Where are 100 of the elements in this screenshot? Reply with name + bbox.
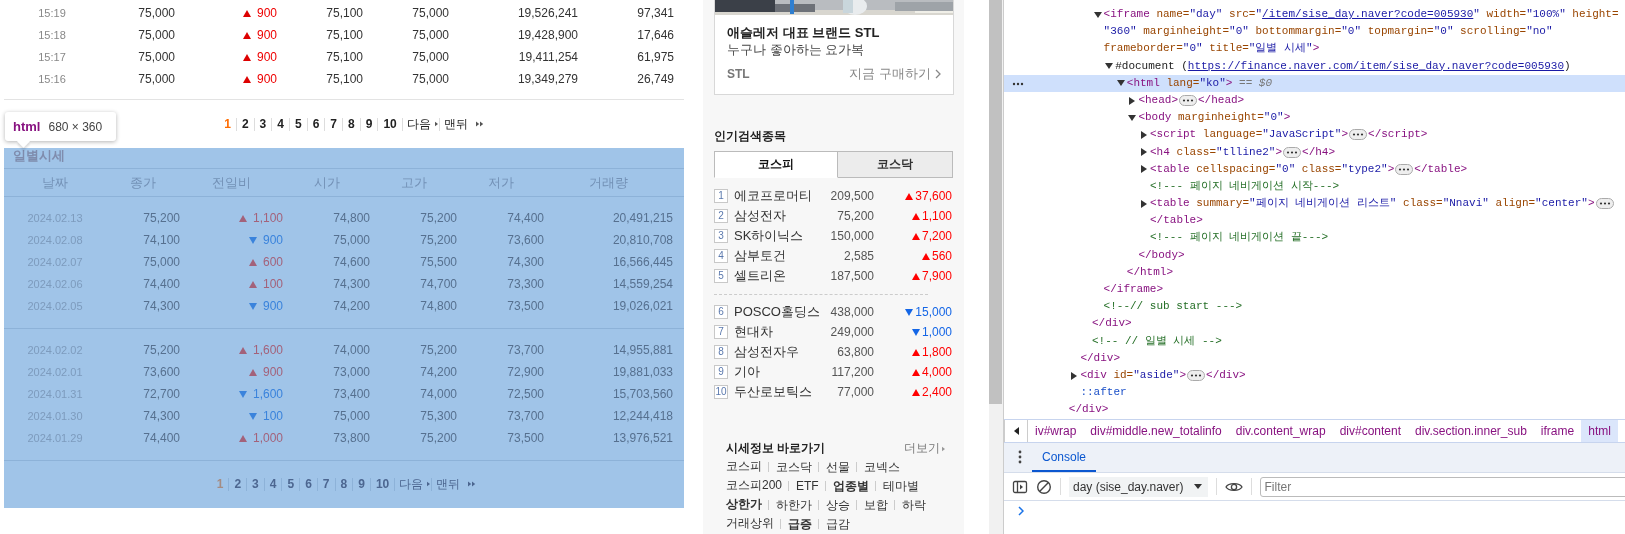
code-text: </h4> (1302, 144, 1336, 160)
page-link[interactable]: 5 (288, 117, 307, 131)
page-link[interactable]: 3 (253, 117, 272, 131)
ellipsis-button[interactable] (1179, 95, 1197, 107)
quick-link[interactable]: 상한가 (726, 496, 762, 513)
close-cell-text: 75,200 (142, 211, 180, 225)
quick-link[interactable]: 급증 (780, 518, 812, 529)
quick-link[interactable]: ETF (788, 480, 819, 491)
ellipsis-button[interactable] (1187, 370, 1206, 382)
expanded-triangle-icon[interactable] (1116, 79, 1125, 88)
ellipsis-button[interactable] (1349, 129, 1368, 141)
low-cell-text: 72,900 (506, 365, 544, 379)
collapsed-triangle-icon[interactable] (1140, 199, 1148, 208)
breadcrumb[interactable]: div.content_wrap (1228, 420, 1333, 442)
expanded-triangle-icon[interactable] (1093, 10, 1102, 19)
market-tab[interactable]: 코스닥 (838, 151, 953, 178)
quick-link[interactable]: 코스피 (726, 458, 762, 475)
close-cell-text: 72,700 (142, 387, 180, 401)
price-cell-text: 75,000 (137, 72, 175, 86)
collapsed-triangle-icon[interactable] (1128, 96, 1137, 105)
stock-name-link[interactable]: 기아 (734, 363, 826, 381)
console-tab[interactable]: Console (1032, 443, 1097, 472)
quick-link[interactable]: 거래상위 (726, 515, 774, 532)
price-value: 77,000 (836, 385, 874, 399)
link[interactable]: /item/sise_day.naver?code=005930 (1262, 8, 1474, 20)
quick-link[interactable]: 하락 (894, 499, 926, 510)
stock-name-link[interactable]: 현대차 (734, 323, 826, 341)
stock-name-link[interactable]: 삼성전자우 (734, 343, 826, 361)
quick-link[interactable]: 하한가 (768, 499, 812, 510)
more-vertical-icon[interactable] (1018, 450, 1022, 464)
breadcrumb[interactable]: div#middle.new_totalinfo (1083, 420, 1229, 442)
code-text: <table summary="페이지 네비게이션 리스트" class="Nnavi" align="center"> (1150, 196, 1595, 212)
quick-link[interactable]: 보합 (856, 499, 888, 510)
ad-headline: 애슬레저 대표 브랜드 STL (727, 24, 881, 41)
sidebar-toggle-icon[interactable] (1012, 478, 1028, 495)
stock-name-link[interactable]: 삼성전자 (734, 207, 826, 225)
change-value: 7,200 (921, 229, 952, 243)
breadcrumb[interactable]: iv#wrap (1028, 420, 1084, 442)
code-text: <head> (1138, 92, 1178, 108)
context-dropdown[interactable]: day (sise_day.naver) (1069, 476, 1208, 497)
ellipsis-button[interactable] (1595, 198, 1614, 210)
ellipsis-icon[interactable] (1012, 81, 1024, 86)
quick-link[interactable]: 테마별 (874, 480, 919, 491)
market-tab[interactable]: 코스피 (714, 151, 838, 178)
scrollbar-thumb[interactable] (989, 0, 1002, 404)
quick-link[interactable]: 코넥스 (856, 461, 900, 472)
stock-name-link[interactable]: 에코프로머티 (734, 187, 826, 205)
scroll-left-button[interactable] (1004, 420, 1028, 442)
link[interactable]: https://finance.naver.com/item/sise_day.naver?code=005930 (1187, 59, 1565, 72)
high-cell-text: 75,500 (419, 255, 457, 269)
expanded-triangle-icon[interactable] (1128, 113, 1137, 122)
close-cell-text: 74,400 (142, 431, 180, 445)
collapsed-triangle-icon[interactable] (1140, 148, 1148, 157)
quick-link[interactable]: 업종별 (824, 480, 869, 491)
expanded-triangle-icon[interactable] (1105, 62, 1114, 71)
page-link[interactable]: 9 (359, 117, 378, 131)
last-page-link[interactable]: 맨뒤 (438, 117, 472, 131)
section-title: 시세정보 바로가기 (726, 440, 826, 457)
stock-name-link[interactable]: 두산로보틱스 (734, 383, 826, 401)
breadcrumb[interactable]: div.section.inner_sub (1408, 420, 1534, 442)
stock-name-link[interactable]: 삼부토건 (734, 247, 826, 265)
stock-name-link[interactable]: SK하이닉스 (734, 227, 826, 245)
breadcrumb[interactable]: div#content (1332, 420, 1408, 442)
quick-link[interactable]: 코스피200 (726, 477, 783, 494)
quick-link[interactable]: 상승 (818, 499, 850, 510)
breadcrumb[interactable]: html (1581, 420, 1618, 442)
next-link[interactable]: 다음 (401, 117, 435, 131)
selected-row[interactable]: <html lang="ko"> == $0 (1004, 74, 1625, 92)
clear-icon[interactable] (1036, 478, 1052, 495)
right-triangle-icon (434, 121, 438, 127)
page-link[interactable]: 4 (271, 117, 289, 131)
collapsed-triangle-icon[interactable] (1140, 130, 1148, 139)
volume-cell-text: 16,566,445 (611, 255, 673, 269)
quick-link[interactable]: 급감 (818, 518, 850, 529)
quick-link[interactable]: 선물 (818, 461, 850, 472)
quick-link[interactable]: 코스닥 (768, 461, 812, 472)
code-text: ::after (1080, 385, 1127, 401)
buy-now-link[interactable]: 지금 구매하기 (849, 66, 931, 82)
stock-name-link[interactable]: POSCO홀딩스 (734, 303, 826, 321)
volume-cell-text: 14,955,881 (611, 343, 673, 357)
ellipsis-button[interactable] (1283, 146, 1302, 158)
collapsed-triangle-icon[interactable] (1070, 371, 1079, 380)
ad-card[interactable]: 애슬레저 대표 브랜드 STL 누구나 좋아하는 요가복 STL 지금 구매하기 (714, 0, 954, 95)
change-value: 1,600 (252, 343, 283, 357)
page-link[interactable]: 10 (377, 117, 402, 131)
eye-icon[interactable] (1224, 480, 1243, 493)
filter-field[interactable]: Filter (1259, 476, 1625, 497)
page-link[interactable]: 8 (342, 117, 360, 131)
change-value: 37,600 (915, 189, 952, 203)
collapsed-triangle-icon[interactable] (1140, 165, 1148, 174)
page-link[interactable]: 2 (235, 117, 254, 131)
more-link[interactable]: 더보기 (904, 440, 940, 457)
ellipsis-button[interactable] (1395, 163, 1414, 175)
stock-name-link[interactable]: 셀트리온 (734, 267, 826, 285)
high-cell-text: 74,000 (419, 387, 457, 401)
sell-cell-text: 75,100 (325, 6, 363, 20)
page-link[interactable]: 7 (324, 117, 343, 131)
breadcrumb[interactable]: iframe (1533, 420, 1582, 442)
close-cell-text: 73,600 (142, 365, 180, 379)
page-link[interactable]: 6 (306, 117, 325, 131)
